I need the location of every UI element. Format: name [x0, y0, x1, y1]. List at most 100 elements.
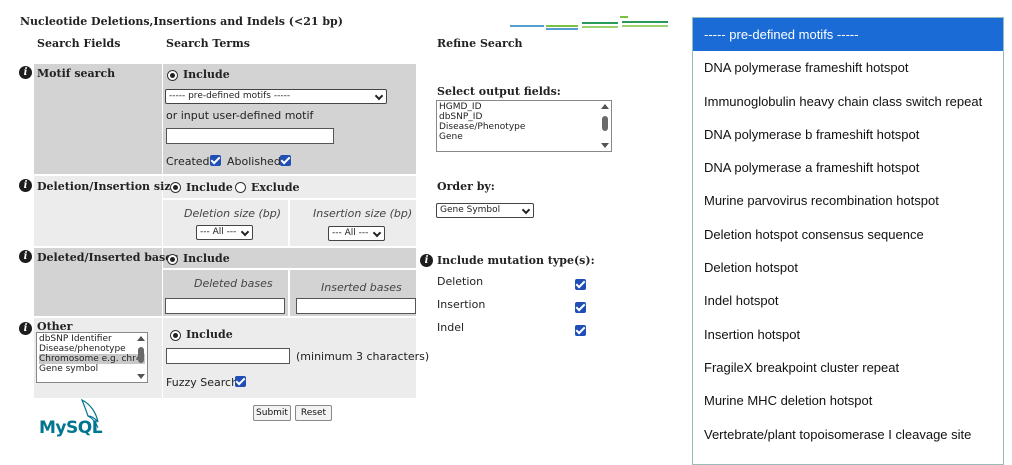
- bases-include-radio[interactable]: [167, 252, 178, 265]
- other-include-radio[interactable]: [170, 328, 181, 341]
- mutation-deletion-label: Deletion: [437, 275, 484, 288]
- abolished-label: Abolished: [227, 155, 281, 168]
- dropdown-option[interactable]: DNA polymerase b frameshift hotspot: [693, 118, 1003, 151]
- listbox-scrollbar[interactable]: [600, 102, 610, 150]
- dropdown-option[interactable]: Murine parvovirus recombination hotspot: [693, 184, 1003, 217]
- submit-button[interactable]: Submit: [253, 405, 291, 421]
- list-item[interactable]: Gene: [439, 132, 609, 142]
- abolished-checkbox[interactable]: [280, 153, 291, 166]
- scroll-thumb[interactable]: [138, 347, 144, 363]
- dropdown-option[interactable]: Insertion hotspot: [693, 318, 1003, 351]
- checkbox-checked-icon[interactable]: [235, 375, 246, 387]
- motif-include-label: Include: [183, 68, 230, 81]
- other-include-label: Include: [186, 328, 233, 341]
- user-motif-input[interactable]: [166, 128, 334, 144]
- dropdown-option[interactable]: FragileX breakpoint cluster repeat: [693, 351, 1003, 384]
- list-item[interactable]: Disease/Phenotype: [439, 122, 609, 132]
- chevron-down-icon: [521, 205, 531, 215]
- mutation-deletion-checkbox[interactable]: [575, 277, 586, 290]
- insertion-size-select[interactable]: --- All ---: [328, 226, 385, 241]
- order-by-label: Order by:: [437, 180, 495, 193]
- dropdown-option[interactable]: Indel hotspot: [693, 284, 1003, 317]
- reset-button[interactable]: Reset: [295, 405, 332, 421]
- chevron-down-icon: [374, 91, 384, 101]
- other-search-input[interactable]: [166, 348, 290, 364]
- motif-or-text: or input user-defined motif: [166, 109, 313, 122]
- size-label: Deletion/Insertion size: [37, 180, 178, 193]
- radio-selected-icon[interactable]: [170, 329, 181, 341]
- inserted-bases-input[interactable]: [296, 298, 416, 314]
- insertion-size-header: Insertion size (bp): [313, 207, 413, 220]
- order-by-value: Gene Symbol: [440, 205, 501, 215]
- deletion-size-select[interactable]: --- All ---: [196, 225, 253, 240]
- dropdown-option[interactable]: Murine MHC deletion hotspot: [693, 384, 1003, 417]
- listbox-scrollbar[interactable]: [136, 334, 146, 381]
- list-item[interactable]: dbSNP Identifier: [39, 334, 145, 344]
- dropdown-option[interactable]: Deletion hotspot consensus sequence: [693, 218, 1003, 251]
- mutation-type-label: Include mutation type(s):: [437, 254, 595, 267]
- dropdown-option[interactable]: DNA polymerase a frameshift hotspot: [693, 151, 1003, 184]
- deleted-bases-input[interactable]: [165, 298, 285, 314]
- scroll-thumb[interactable]: [602, 116, 608, 131]
- size-exclude-radio[interactable]: [235, 180, 246, 193]
- size-include-label: Include: [186, 181, 233, 194]
- motif-dropdown-list[interactable]: ----- pre-defined motifs ----- DNA polym…: [692, 17, 1004, 465]
- checkbox-checked-icon[interactable]: [575, 301, 586, 313]
- mutation-type-info-icon[interactable]: i: [420, 254, 433, 267]
- checkbox-checked-icon[interactable]: [280, 154, 291, 166]
- created-checkbox[interactable]: [210, 153, 221, 166]
- motif-info-icon[interactable]: i: [19, 66, 32, 79]
- radio-selected-icon[interactable]: [167, 69, 178, 81]
- dropdown-option[interactable]: ----- pre-defined motifs -----: [693, 18, 1003, 52]
- inserted-bases-header: Inserted bases: [321, 281, 402, 294]
- column-header-refine-search: Refine Search: [437, 37, 523, 50]
- radio-unselected-icon[interactable]: [235, 181, 246, 193]
- scroll-down-icon[interactable]: [601, 143, 609, 148]
- output-fields-listbox[interactable]: HGMD_ID dbSNP_ID Disease/Phenotype Gene: [436, 100, 612, 152]
- scroll-up-icon[interactable]: [601, 104, 609, 109]
- motif-select-value: ----- pre-defined motifs -----: [169, 91, 291, 101]
- deletion-size-value: --- All ---: [200, 227, 237, 237]
- motif-search-label: Motif search: [37, 67, 116, 80]
- motif-include-radio[interactable]: [167, 68, 178, 81]
- list-item[interactable]: Gene symbol: [39, 364, 145, 374]
- dropdown-option[interactable]: Immunoglobulin heavy chain class switch …: [693, 85, 1003, 118]
- size-exclude-label: Exclude: [251, 181, 300, 194]
- checkbox-checked-icon[interactable]: [575, 278, 586, 290]
- mutation-insertion-checkbox[interactable]: [575, 300, 586, 313]
- list-item[interactable]: HGMD_ID: [439, 102, 609, 112]
- dropdown-option[interactable]: DNA polymerase frameshift hotspot: [693, 51, 1003, 84]
- list-item[interactable]: Chromosome e.g. chr4: [39, 354, 145, 364]
- list-item[interactable]: Disease/phenotype: [39, 344, 145, 354]
- chevron-down-icon: [372, 228, 382, 238]
- column-header-search-fields: Search Fields: [37, 37, 121, 50]
- mysql-logo-text: MySQL: [39, 418, 103, 438]
- decorative-lines-logo: [510, 16, 668, 30]
- other-info-icon[interactable]: i: [19, 322, 32, 335]
- checkbox-checked-icon[interactable]: [210, 154, 221, 166]
- radio-selected-icon[interactable]: [170, 181, 181, 193]
- list-item[interactable]: dbSNP_ID: [439, 112, 609, 122]
- scroll-up-icon[interactable]: [137, 336, 145, 341]
- radio-selected-icon[interactable]: [167, 253, 178, 265]
- motif-or-label: or input user-defined motif: [166, 109, 314, 122]
- order-by-select[interactable]: Gene Symbol: [436, 203, 534, 218]
- insertion-size-value: --- All ---: [332, 228, 369, 238]
- column-header-search-terms: Search Terms: [166, 37, 250, 50]
- deleted-bases-header: Deleted bases: [194, 277, 273, 290]
- dropdown-option[interactable]: Deletion hotspot: [693, 251, 1003, 284]
- motif-select[interactable]: ----- pre-defined motifs -----: [165, 89, 387, 104]
- bases-include-label: Include: [183, 252, 230, 265]
- size-info-icon[interactable]: i: [19, 179, 32, 192]
- other-field-listbox[interactable]: dbSNP Identifier Disease/phenotype Chrom…: [36, 332, 148, 383]
- deletion-size-header: Deletion size (bp): [184, 207, 282, 220]
- fuzzy-search-checkbox[interactable]: [235, 374, 246, 387]
- created-label: Created: [166, 155, 210, 168]
- mutation-indel-checkbox[interactable]: [575, 323, 586, 336]
- dropdown-option[interactable]: Vertebrate/plant topoisomerase I cleavag…: [693, 418, 1003, 451]
- scroll-down-icon[interactable]: [137, 374, 145, 379]
- mysql-logo: MySQL: [38, 398, 118, 440]
- checkbox-checked-icon[interactable]: [575, 324, 586, 336]
- bases-info-icon[interactable]: i: [19, 250, 32, 263]
- size-include-radio[interactable]: [170, 180, 181, 193]
